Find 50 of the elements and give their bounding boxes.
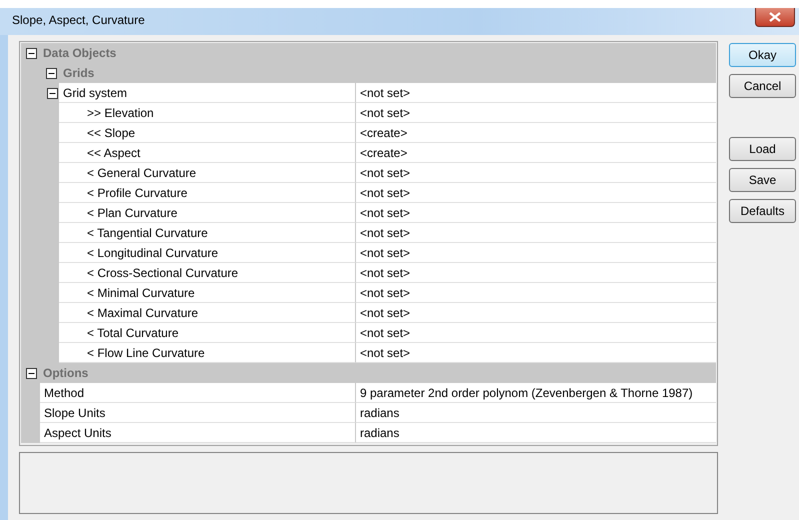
property-value[interactable]: <not set>	[356, 303, 716, 323]
property-value[interactable]: <create>	[356, 123, 716, 143]
property-name: Grid system	[59, 83, 356, 103]
property-name: Method	[40, 383, 356, 403]
property-name: << Slope	[59, 123, 356, 143]
close-icon	[769, 12, 781, 22]
property-name: << Aspect	[59, 143, 356, 163]
property-value[interactable]: <not set>	[356, 243, 716, 263]
property-name: >> Elevation	[59, 103, 356, 123]
property-value[interactable]: <create>	[356, 143, 716, 163]
category-label: Options	[43, 366, 88, 380]
property-name: < Profile Curvature	[59, 183, 356, 203]
property-value[interactable]: <not set>	[356, 283, 716, 303]
window-title: Slope, Aspect, Curvature	[12, 12, 145, 29]
collapse-toggle-icon[interactable]	[26, 48, 37, 58]
property-value[interactable]: <not set>	[356, 323, 716, 343]
category-label: Grids	[63, 66, 94, 80]
property-name: Slope Units	[40, 403, 356, 423]
property-name: < Total Curvature	[59, 323, 356, 343]
property-value[interactable]: radians	[356, 423, 716, 443]
dialog-button[interactable]: Okay	[729, 43, 796, 67]
row-gutter	[21, 423, 40, 443]
property-value[interactable]: radians	[356, 403, 716, 423]
collapse-toggle-icon[interactable]	[46, 68, 57, 78]
property-name: Aspect Units	[40, 423, 356, 443]
property-name: < Minimal Curvature	[59, 283, 356, 303]
property-value[interactable]: <not set>	[356, 223, 716, 243]
property-value[interactable]: <not set>	[356, 83, 716, 103]
property-value[interactable]: <not set>	[356, 343, 716, 363]
property-value[interactable]: <not set>	[356, 103, 716, 123]
property-value[interactable]: 9 parameter 2nd order polynom (Zevenbergen & Thorne 1987)	[356, 383, 716, 403]
collapse-toggle-icon[interactable]	[47, 88, 58, 98]
property-value[interactable]: <not set>	[356, 163, 716, 183]
property-name: < General Curvature	[59, 163, 356, 183]
property-name: < Tangential Curvature	[59, 223, 356, 243]
dialog-button[interactable]: Cancel	[729, 74, 796, 98]
property-name: < Plan Curvature	[59, 203, 356, 223]
property-value[interactable]: <not set>	[356, 263, 716, 283]
dialog-button[interactable]: Save	[729, 168, 796, 192]
property-name: < Maximal Curvature	[59, 303, 356, 323]
property-name: < Cross-Sectional Curvature	[59, 263, 356, 283]
close-button[interactable]	[755, 8, 795, 27]
dialog-button[interactable]: Load	[729, 137, 796, 161]
dialog-button[interactable]: Defaults	[729, 199, 796, 223]
collapse-toggle-icon[interactable]	[26, 368, 37, 378]
property-name: < Flow Line Curvature	[59, 343, 356, 363]
property-value[interactable]: <not set>	[356, 183, 716, 203]
property-value[interactable]: <not set>	[356, 203, 716, 223]
category-label: Data Objects	[43, 46, 116, 60]
property-name: < Longitudinal Curvature	[59, 243, 356, 263]
